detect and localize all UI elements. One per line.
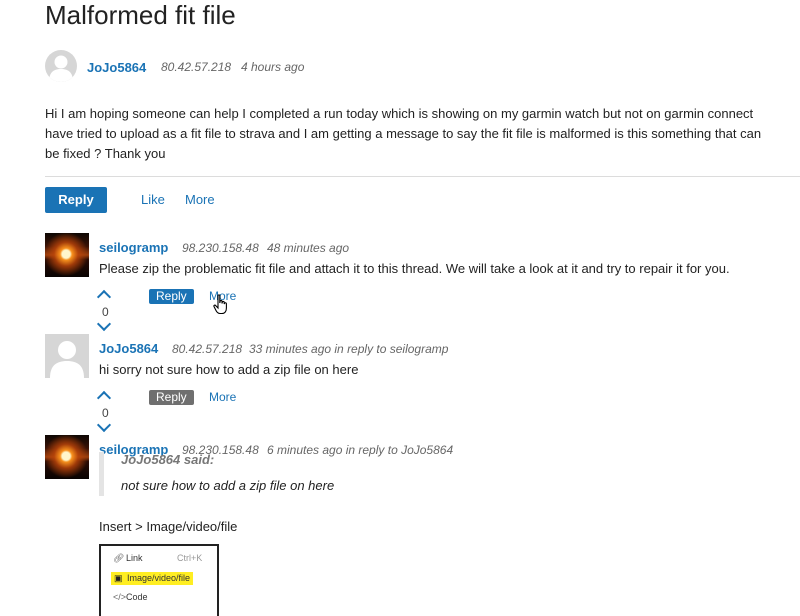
more-link[interactable]: More bbox=[209, 390, 236, 404]
reply-button[interactable]: Reply bbox=[149, 390, 194, 405]
reply-button[interactable]: Reply bbox=[149, 289, 194, 304]
quote-text: not sure how to add a zip file on here bbox=[121, 478, 335, 493]
reply-item: seilogramp 98.230.158.48 6 minutes ago i… bbox=[45, 435, 800, 616]
post-author-link[interactable]: JoJo5864 bbox=[87, 60, 146, 75]
reply-timestamp[interactable]: 48 minutes ago bbox=[267, 241, 349, 255]
more-link[interactable]: More bbox=[185, 192, 215, 207]
reply-ip: 80.42.57.218 bbox=[172, 342, 243, 356]
reply-text: hi sorry not sure how to add a zip file … bbox=[99, 362, 359, 377]
insert-menu-screenshot: 🔗︎ Link Ctrl+K ▣ Image/video/file </>Code bbox=[99, 544, 219, 616]
reply-text: Please zip the problematic fit file and … bbox=[99, 261, 730, 276]
menu-item-code: </>Code bbox=[113, 592, 148, 602]
reply-ip: 98.230.158.48 bbox=[182, 241, 259, 255]
post-body: Hi I am hoping someone can help I comple… bbox=[45, 104, 800, 164]
reply-item: JoJo5864 80.42.57.218 33 minutes ago in … bbox=[45, 334, 800, 433]
post-body-line: Hi I am hoping someone can help I comple… bbox=[45, 106, 754, 121]
hand-cursor-icon bbox=[213, 294, 227, 315]
post-ip: 80.42.57.218 bbox=[161, 60, 232, 74]
default-user-icon bbox=[49, 55, 73, 82]
upvote-icon[interactable] bbox=[96, 390, 112, 406]
post-timestamp[interactable]: 4 hours ago bbox=[241, 60, 304, 74]
vote-control: 0 bbox=[96, 390, 112, 436]
reply-button[interactable]: Reply bbox=[45, 187, 107, 213]
menu-shortcut: Ctrl+K bbox=[177, 553, 203, 563]
vote-control: 0 bbox=[96, 289, 112, 335]
reply-author-link[interactable]: JoJo5864 bbox=[99, 341, 158, 356]
like-link[interactable]: Like bbox=[141, 192, 165, 207]
avatar[interactable] bbox=[45, 334, 89, 378]
default-user-icon bbox=[50, 341, 84, 378]
upvote-icon[interactable] bbox=[96, 289, 112, 305]
reply-timestamp[interactable]: 33 minutes ago in reply to seilogramp bbox=[249, 342, 448, 356]
code-icon: </> bbox=[113, 592, 127, 602]
post-body-line: be fixed ? Thank you bbox=[45, 146, 166, 161]
reply-text: Insert > Image/video/file bbox=[99, 519, 238, 534]
downvote-icon[interactable] bbox=[96, 417, 112, 433]
post-body-line: have tried to upload as a fit file to st… bbox=[45, 126, 762, 141]
downvote-icon[interactable] bbox=[96, 316, 112, 332]
avatar[interactable] bbox=[45, 50, 77, 82]
reply-item: seilogramp 98.230.158.48 48 minutes ago … bbox=[45, 233, 800, 332]
menu-item-link: 🔗︎ Link bbox=[113, 553, 143, 563]
quote-block: JoJo5864 said: not sure how to add a zip… bbox=[99, 452, 616, 496]
menu-item-image-video-file: ▣ Image/video/file bbox=[111, 572, 194, 585]
quote-author: JoJo5864 said: bbox=[121, 452, 215, 467]
divider bbox=[45, 176, 800, 177]
image-icon: ▣ bbox=[114, 573, 123, 583]
page-title: Malformed fit file bbox=[45, 0, 236, 30]
reply-author-link[interactable]: seilogramp bbox=[99, 240, 168, 255]
link-icon: 🔗︎ bbox=[113, 553, 125, 563]
avatar-sunset[interactable] bbox=[45, 435, 89, 479]
post-header: JoJo5864 80.42.57.218 4 hours ago bbox=[45, 50, 800, 86]
avatar-sunset[interactable] bbox=[45, 233, 89, 277]
